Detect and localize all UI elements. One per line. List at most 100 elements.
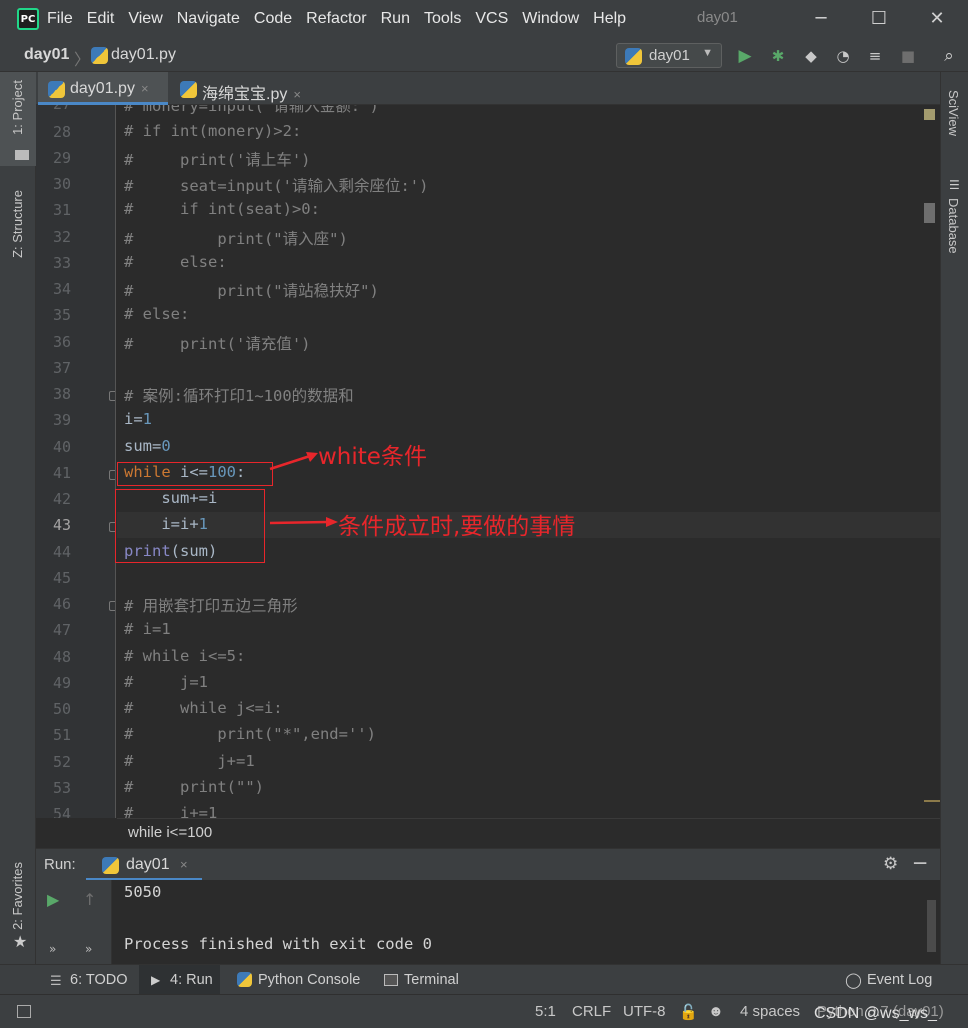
python-console-icon bbox=[237, 972, 252, 987]
line-number: 42 bbox=[52, 490, 71, 508]
line-number: 33 bbox=[52, 254, 71, 272]
warning-marker-icon[interactable] bbox=[924, 109, 935, 120]
editor-breadcrumb[interactable]: while i<=100 bbox=[128, 824, 212, 841]
more-icon[interactable]: » bbox=[49, 942, 56, 956]
line-number: 38 bbox=[52, 385, 71, 403]
code-line: # print("*",end='') bbox=[124, 725, 376, 743]
menu-edit[interactable]: Edit bbox=[87, 10, 115, 28]
scrollbar-thumb[interactable] bbox=[924, 203, 935, 223]
line-number: 45 bbox=[52, 569, 71, 587]
rerun-icon[interactable]: ▶ bbox=[47, 890, 59, 909]
python-file-icon bbox=[48, 81, 65, 98]
more-icon[interactable]: » bbox=[85, 942, 92, 956]
menu-code[interactable]: Code bbox=[254, 10, 292, 28]
tool-tab-event-log[interactable]: Event Log bbox=[867, 972, 932, 988]
arrow-line bbox=[269, 454, 311, 471]
line-number: 54 bbox=[52, 805, 71, 818]
run-icon[interactable]: ▶ bbox=[735, 46, 755, 66]
arrow-up-icon[interactable]: ↑ bbox=[83, 890, 96, 909]
scrollbar-marker bbox=[924, 800, 940, 802]
code-line: # if int(monery)>2: bbox=[124, 122, 302, 140]
maximize-icon[interactable]: ☐ bbox=[866, 6, 892, 32]
run-tab-label: day01 bbox=[126, 856, 170, 873]
console-scrollbar-thumb[interactable] bbox=[927, 900, 936, 952]
code-line: # else: bbox=[124, 305, 190, 323]
search-icon[interactable]: ⌕ bbox=[939, 46, 959, 66]
toggle-tool-windows-icon[interactable] bbox=[17, 1005, 31, 1018]
line-number: 52 bbox=[52, 753, 71, 771]
code-line: # while i<=5: bbox=[124, 647, 246, 665]
code-line: # while j<=i: bbox=[124, 699, 283, 717]
python-file-icon bbox=[91, 47, 108, 64]
gear-icon[interactable]: ⚙ bbox=[883, 854, 898, 874]
code-line: # i=1 bbox=[124, 620, 171, 638]
tool-tab-sciview[interactable]: SciView bbox=[946, 90, 961, 136]
line-number: 31 bbox=[52, 201, 71, 219]
console-output-value: 5050 bbox=[124, 883, 162, 901]
debug-icon[interactable]: ✱ bbox=[768, 46, 788, 66]
hide-panel-icon[interactable]: ─ bbox=[914, 851, 926, 875]
run-console[interactable]: 5050 Process finished with exit code 0 bbox=[112, 880, 940, 964]
tool-tab-structure[interactable]: Z: Structure bbox=[10, 190, 25, 258]
status-line-separator[interactable]: CRLF bbox=[572, 1003, 611, 1020]
breadcrumb-project[interactable]: day01 bbox=[24, 46, 69, 64]
event-log-icon: ◯ bbox=[845, 971, 862, 989]
line-number: 48 bbox=[52, 648, 71, 666]
run-panel-label: Run: bbox=[44, 856, 76, 873]
status-position[interactable]: 5:1 bbox=[535, 1003, 556, 1020]
left-tool-strip: 1: Project Z: Structure 2: Favorites ★ bbox=[0, 72, 36, 992]
loop-body-highlight bbox=[115, 489, 265, 563]
breadcrumb-file[interactable]: day01.py bbox=[111, 46, 176, 64]
fold-marker-icon[interactable] bbox=[109, 470, 115, 480]
run-tab-day01[interactable]: day01 × bbox=[86, 849, 202, 881]
line-number: 40 bbox=[52, 438, 71, 456]
status-encoding[interactable]: UTF-8 bbox=[623, 1003, 666, 1020]
menu-window[interactable]: Window bbox=[522, 10, 579, 28]
run-config-select[interactable]: day01 ▼ bbox=[616, 43, 722, 68]
menu-navigate[interactable]: Navigate bbox=[177, 10, 240, 28]
fold-marker-icon[interactable] bbox=[109, 391, 115, 401]
concurrency-icon[interactable]: ≡ bbox=[865, 46, 885, 66]
line-number-gutter: 27 28 29 30 31 32 33 34 35 36 37 38 39 4… bbox=[36, 105, 116, 818]
stop-icon[interactable]: ■ bbox=[898, 46, 918, 66]
line-number-current: 43 bbox=[52, 516, 71, 534]
tab-spongebob[interactable]: 海绵宝宝.py × bbox=[170, 72, 320, 105]
menu-refactor[interactable]: Refactor bbox=[306, 10, 366, 28]
tool-tab-run[interactable]: 4: Run bbox=[170, 972, 213, 988]
menu-file[interactable]: File bbox=[47, 10, 73, 28]
inspector-icon[interactable]: ☻ bbox=[708, 1003, 724, 1020]
lock-icon[interactable]: 🔓 bbox=[679, 1003, 698, 1021]
tool-tab-python-console[interactable]: Python Console bbox=[258, 972, 360, 988]
coverage-icon[interactable]: ◆ bbox=[801, 46, 821, 66]
line-number: 44 bbox=[52, 543, 71, 561]
run-tool-icon: ▶ bbox=[151, 973, 161, 987]
menu-tools[interactable]: Tools bbox=[424, 10, 461, 28]
status-indent[interactable]: 4 spaces bbox=[740, 1003, 800, 1020]
tab-day01[interactable]: day01.py × bbox=[38, 72, 168, 105]
line-number: 49 bbox=[52, 674, 71, 692]
minimize-icon[interactable]: ─ bbox=[808, 6, 834, 32]
menu-vcs[interactable]: VCS bbox=[475, 10, 508, 28]
tool-tab-favorites[interactable]: 2: Favorites bbox=[10, 862, 25, 930]
tool-tab-database[interactable]: Database bbox=[946, 198, 961, 254]
code-line: # 案例:循环打印1~100的数据和 bbox=[124, 387, 354, 405]
code-line: # print('请上车') bbox=[124, 151, 311, 169]
code-line: # else: bbox=[124, 253, 227, 271]
close-window-icon[interactable]: ✕ bbox=[924, 6, 950, 32]
menu-help[interactable]: Help bbox=[593, 10, 626, 28]
breadcrumb-separator-icon: 〉 bbox=[74, 52, 91, 69]
line-number: 50 bbox=[52, 700, 71, 718]
tool-tab-todo[interactable]: 6: TODO bbox=[70, 972, 127, 988]
close-tab-icon[interactable]: × bbox=[141, 81, 149, 96]
fold-marker-icon[interactable] bbox=[109, 601, 115, 611]
tool-tab-project[interactable]: 1: Project bbox=[10, 80, 25, 135]
annotation-while-label: white条件 bbox=[318, 444, 427, 470]
close-run-tab-icon[interactable]: × bbox=[180, 857, 188, 872]
menu-run[interactable]: Run bbox=[381, 10, 410, 28]
tool-tab-terminal[interactable]: Terminal bbox=[404, 972, 459, 988]
arrow-line bbox=[269, 520, 329, 525]
menu-view[interactable]: View bbox=[128, 10, 162, 28]
profile-icon[interactable]: ◔ bbox=[833, 46, 853, 66]
line-number: 37 bbox=[52, 359, 71, 377]
close-tab-icon[interactable]: × bbox=[293, 87, 301, 102]
